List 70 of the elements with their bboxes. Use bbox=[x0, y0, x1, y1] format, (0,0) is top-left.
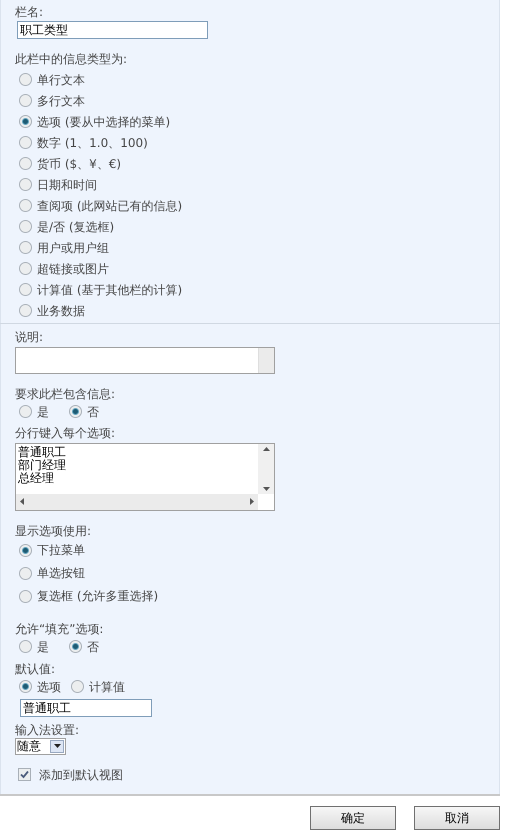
radio-label: 选项 (要从中选择的菜单) bbox=[37, 114, 170, 130]
text-field[interactable]: 职工类型 bbox=[17, 21, 208, 39]
radio-button[interactable] bbox=[19, 680, 32, 694]
field-label: 默认值: bbox=[15, 660, 56, 677]
field-label: 此栏中的信息类型为: bbox=[15, 51, 128, 67]
radio-button[interactable] bbox=[19, 590, 32, 603]
field-label: 说明: bbox=[15, 328, 44, 345]
scroll-down-icon[interactable] bbox=[262, 486, 270, 491]
radio-label: 选项 bbox=[37, 678, 61, 695]
radio-button[interactable] bbox=[19, 73, 32, 86]
radio-label: 是 bbox=[37, 638, 49, 655]
radio-label: 多行文本 bbox=[37, 92, 85, 108]
text-area[interactable] bbox=[15, 346, 275, 374]
radio-button[interactable] bbox=[69, 405, 82, 418]
radio-button[interactable] bbox=[19, 115, 32, 128]
radio-button[interactable] bbox=[19, 304, 32, 317]
checkbox[interactable] bbox=[18, 768, 31, 782]
radio-label: 单行文本 bbox=[37, 72, 85, 88]
radio-label: 业务数据 bbox=[37, 302, 85, 318]
radio-button[interactable] bbox=[19, 262, 32, 275]
scroll-left-icon[interactable] bbox=[20, 498, 24, 506]
vertical-scrollbar[interactable] bbox=[258, 444, 274, 494]
radio-button[interactable] bbox=[69, 640, 82, 654]
scroll-up-icon[interactable] bbox=[262, 446, 270, 451]
text-line: 普通职工 bbox=[18, 446, 67, 459]
radio-label: 数字 (1、1.0、100) bbox=[37, 134, 148, 150]
radio-button[interactable] bbox=[19, 283, 32, 296]
field-label: 栏名: bbox=[15, 4, 44, 20]
radio-button[interactable] bbox=[19, 405, 32, 418]
text-line: 总经理 bbox=[18, 472, 55, 485]
radio-label: 单选按钮 bbox=[37, 565, 85, 582]
field-label: 要求此栏包含信息: bbox=[15, 386, 116, 402]
radio-button[interactable] bbox=[71, 680, 84, 694]
scroll-right-icon[interactable] bbox=[250, 498, 254, 506]
radio-button[interactable] bbox=[19, 566, 32, 580]
radio-label: 查阅项 (此网站已有的信息) bbox=[37, 198, 182, 214]
radio-button[interactable] bbox=[19, 94, 32, 107]
field-label: 显示选项使用: bbox=[15, 522, 92, 539]
radio-button[interactable] bbox=[19, 544, 32, 557]
radio-label: 计算值 bbox=[89, 678, 125, 695]
radio-label: 复选框 (允许多重选择) bbox=[37, 588, 158, 604]
text-line: 部门经理 bbox=[18, 458, 67, 472]
dialog-button[interactable]: 确定 bbox=[310, 806, 396, 830]
radio-label: 是/否 (复选框) bbox=[37, 218, 114, 234]
radio-label: 否 bbox=[87, 404, 99, 420]
text-field[interactable]: 普通职工 bbox=[20, 698, 152, 717]
radio-button[interactable] bbox=[19, 199, 32, 212]
radio-label: 否 bbox=[87, 638, 99, 655]
radio-label: 下拉菜单 bbox=[37, 542, 85, 558]
radio-label: 日期和时间 bbox=[37, 176, 97, 192]
field-label: 分行键入每个选项: bbox=[15, 424, 116, 441]
radio-button[interactable] bbox=[19, 220, 32, 233]
dialog-button[interactable]: 取消 bbox=[414, 806, 500, 830]
field-label: 输入法设置: bbox=[15, 722, 80, 738]
radio-button[interactable] bbox=[19, 640, 32, 654]
radio-button[interactable] bbox=[19, 136, 32, 149]
radio-label: 货币 ($、¥、€) bbox=[37, 156, 122, 172]
radio-button[interactable] bbox=[19, 178, 32, 191]
dropdown[interactable]: 随意 bbox=[15, 738, 66, 755]
horizontal-scrollbar[interactable] bbox=[16, 494, 258, 510]
radio-label: 超链接或图片 bbox=[37, 260, 109, 276]
radio-label: 用户或用户组 bbox=[37, 240, 109, 256]
radio-label: 计算值 (基于其他栏的计算) bbox=[37, 282, 182, 298]
scrollbar[interactable] bbox=[258, 348, 274, 373]
radio-label: 是 bbox=[37, 404, 49, 420]
radio-button[interactable] bbox=[19, 157, 32, 170]
checkbox-label: 添加到默认视图 bbox=[39, 766, 123, 783]
text-area[interactable]: 普通职工 部门经理 总经理 bbox=[15, 442, 275, 511]
radio-button[interactable] bbox=[19, 241, 32, 254]
field-label: 允许“填充”选项: bbox=[15, 620, 104, 637]
